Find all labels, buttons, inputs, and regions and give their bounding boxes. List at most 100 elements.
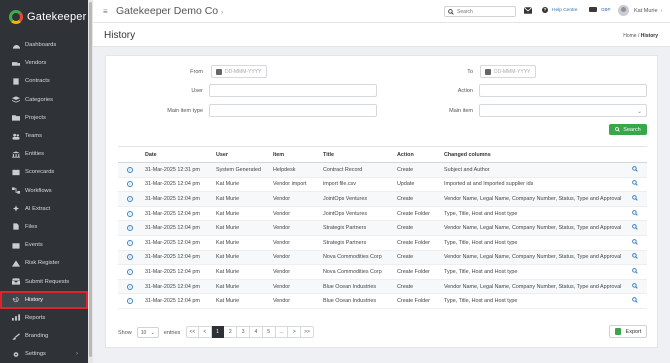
magnifier-icon[interactable]: [632, 268, 638, 274]
sidebar-item-reports[interactable]: Reports: [0, 309, 88, 327]
cell-user: Kat Murie: [213, 293, 270, 309]
column-header-item[interactable]: Item: [270, 146, 320, 163]
sidebar-item-label: Files: [25, 223, 38, 230]
pagination-button[interactable]: ...: [275, 326, 289, 338]
info-icon[interactable]: i: [127, 268, 133, 275]
brand[interactable]: Gatekeeper: [0, 0, 88, 34]
column-header-user[interactable]: User: [213, 146, 270, 163]
action-filter-input[interactable]: [479, 84, 647, 97]
search-input[interactable]: [457, 8, 512, 15]
sidebar-item-scorecards[interactable]: Scorecards: [0, 163, 88, 181]
sidebar-item-branding[interactable]: Branding: [0, 327, 88, 345]
sidebar-item-vendors[interactable]: Vendors: [0, 54, 88, 72]
pagination-button[interactable]: 1: [211, 326, 225, 338]
sidebar-item-label: Events: [25, 242, 43, 249]
cell-title: Contract Record: [320, 162, 394, 178]
to-date-placeholder: DD-MMM-YYYY: [494, 68, 531, 75]
cell-action: Create: [394, 220, 441, 236]
magnifier-icon[interactable]: [632, 209, 638, 216]
main-item-type-input[interactable]: [209, 104, 377, 117]
currency-selector[interactable]: GBP: [589, 7, 611, 12]
global-search[interactable]: [444, 6, 516, 17]
pagination-button[interactable]: 3: [237, 326, 250, 338]
company-switcher[interactable]: Gatekeeper Demo Co ›: [116, 5, 223, 17]
info-icon[interactable]: i: [127, 225, 133, 232]
magnifier-icon[interactable]: [632, 195, 638, 201]
calendar-icon: [216, 68, 222, 75]
export-label: Export: [625, 328, 642, 335]
magnifier-icon[interactable]: [632, 253, 638, 260]
magnifier-icon[interactable]: [632, 238, 638, 245]
info-icon[interactable]: i: [127, 195, 133, 202]
export-button[interactable]: Export: [609, 325, 647, 338]
user-filter-input[interactable]: [209, 84, 377, 97]
chevron-down-icon: ⌄: [636, 109, 642, 115]
entries-select[interactable]: 10 ⌄: [136, 327, 159, 338]
building-icon: [11, 151, 20, 158]
cell-title: JointOps Ventures: [320, 206, 394, 222]
sidebar-item-ai-extract[interactable]: AI Extract: [0, 200, 88, 218]
pagination-button[interactable]: 4: [249, 326, 263, 338]
column-header-title[interactable]: Title: [320, 146, 394, 163]
cell-item: Helpdesk: [270, 162, 320, 178]
column-header-action[interactable]: Action: [394, 146, 441, 163]
info-icon[interactable]: i: [127, 254, 133, 261]
info-icon[interactable]: i: [127, 239, 133, 246]
sidebar-item-teams[interactable]: Teams: [0, 127, 88, 145]
pagination-button[interactable]: >>: [301, 326, 314, 338]
magnifier-icon[interactable]: [632, 180, 638, 187]
sidebar-item-contracts[interactable]: Contracts: [0, 72, 88, 90]
info-icon[interactable]: i: [127, 298, 133, 305]
sidebar-item-workflows[interactable]: Workflows: [0, 182, 88, 200]
sidebar-item-entities[interactable]: Entities: [0, 145, 88, 163]
magnifier-icon[interactable]: [632, 282, 638, 289]
sidebar-item-risk-register[interactable]: Risk Register: [0, 254, 88, 272]
cell-changed-columns: Type, Title, Host and Host type: [441, 235, 623, 251]
avatar[interactable]: [618, 5, 629, 16]
table-row: i 31-Mar-2025 12:04 pm Kat Murie Vendor Join…: [118, 191, 647, 207]
sidebar-item-label: Categories: [25, 96, 54, 103]
sidebar-scrollbar-thumb[interactable]: [89, 2, 92, 357]
sidebar-item-submit-requests[interactable]: Submit Requests: [0, 272, 88, 290]
mail-icon[interactable]: [524, 7, 532, 14]
info-icon[interactable]: i: [127, 210, 133, 217]
chevron-down-icon: ⌄: [150, 329, 155, 336]
info-icon[interactable]: i: [127, 283, 133, 290]
pagination-button[interactable]: <: [198, 326, 212, 338]
to-date-input[interactable]: DD-MMM-YYYY: [480, 65, 536, 78]
main-item-select[interactable]: ⌄: [479, 104, 647, 117]
page-title: History: [104, 30, 136, 41]
info-icon[interactable]: i: [127, 181, 133, 188]
pagination-button[interactable]: >: [288, 326, 302, 338]
search-button[interactable]: Search: [609, 124, 647, 135]
column-header-changed-columns[interactable]: Changed columns: [441, 146, 623, 163]
pagination-button[interactable]: 2: [224, 326, 238, 338]
row-info-cell: i: [118, 235, 142, 251]
help-icon: ?: [542, 7, 548, 13]
sidebar-item-dashboards[interactable]: Dashboards: [0, 36, 88, 54]
entries-value: 10: [140, 329, 147, 336]
magnifier-icon[interactable]: [632, 165, 638, 172]
help-centre-link[interactable]: ? Help Centre: [542, 7, 578, 13]
info-icon[interactable]: i: [127, 166, 133, 173]
help-label: Help Centre: [552, 7, 578, 13]
column-header-date[interactable]: Date: [142, 146, 213, 163]
sidebar-item-history[interactable]: History: [0, 290, 88, 309]
cell-item: Vendor: [270, 264, 320, 280]
cell-changed-columns: Type, Title, Host and Host type: [441, 264, 623, 280]
cell-user: Kat Murie: [213, 250, 270, 266]
sidebar-item-settings[interactable]: Settings ›: [0, 345, 88, 363]
from-date-input[interactable]: DD-MMM-YYYY: [211, 65, 267, 78]
sidebar-item-files[interactable]: Files: [0, 218, 88, 236]
breadcrumb-home[interactable]: Home: [623, 33, 636, 39]
sidebar-item-events[interactable]: Events: [0, 236, 88, 254]
pagination-button[interactable]: <<: [186, 326, 199, 338]
user-menu[interactable]: Kat Murie ›: [634, 8, 662, 14]
pagination-button[interactable]: 5: [262, 326, 276, 338]
table-row: i 31-Mar-2025 12:04 pm Kat Murie Vendor Blue…: [118, 293, 647, 309]
sidebar-item-projects[interactable]: Projects: [0, 109, 88, 127]
magnifier-icon[interactable]: [632, 297, 638, 303]
sidebar-item-categories[interactable]: Categories: [0, 91, 88, 109]
magnifier-icon[interactable]: [632, 224, 638, 230]
menu-toggle-icon[interactable]: ≡: [103, 8, 108, 16]
